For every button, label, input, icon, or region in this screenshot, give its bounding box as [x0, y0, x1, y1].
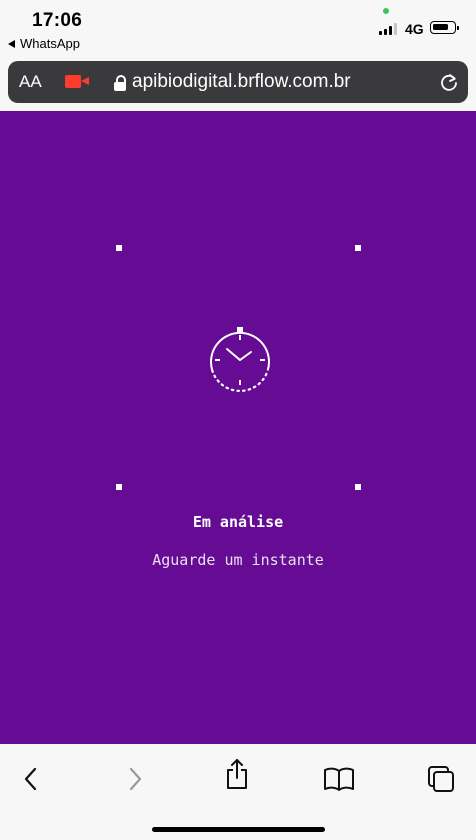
browser-toolbar	[0, 744, 476, 840]
back-triangle-icon	[8, 39, 15, 48]
status-subtitle: Aguarde um instante	[152, 551, 324, 569]
clock-icon	[206, 326, 274, 399]
url-text[interactable]: apibiodigital.brflow.com.br	[132, 71, 351, 93]
frame-corner-top-right	[355, 245, 361, 251]
status-bar: 17:06 WhatsApp 4G	[0, 0, 476, 58]
forward-icon[interactable]	[118, 764, 152, 794]
frame-corner-top-left	[116, 245, 122, 251]
back-to-app-link[interactable]: WhatsApp	[8, 36, 80, 51]
share-icon[interactable]	[220, 759, 254, 789]
reload-icon[interactable]	[439, 72, 459, 97]
analysis-screen: Em análise Aguarde um instante	[0, 111, 476, 744]
back-icon[interactable]	[14, 764, 48, 794]
home-indicator[interactable]	[152, 827, 325, 832]
back-app-label: WhatsApp	[20, 36, 80, 51]
battery-icon	[430, 21, 459, 34]
camera-in-use-indicator	[383, 8, 389, 14]
network-type: 4G	[405, 21, 424, 37]
address-bar[interactable]: AA apibiodigital.brflow.com.br	[8, 61, 468, 103]
bookmarks-icon[interactable]	[322, 764, 356, 794]
signal-icon	[379, 23, 397, 35]
tabs-icon[interactable]	[424, 764, 458, 794]
frame-corner-bottom-right	[355, 484, 361, 490]
frame-corner-bottom-left	[116, 484, 122, 490]
text-size-button[interactable]: AA	[19, 72, 42, 92]
status-title: Em análise	[192, 513, 284, 531]
status-time: 17:06	[32, 10, 83, 31]
text-size-label: AA	[19, 72, 42, 91]
